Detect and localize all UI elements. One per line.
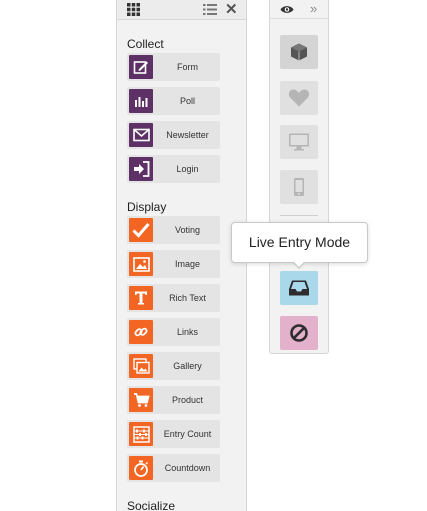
sign-in-icon xyxy=(129,157,153,181)
grid-icon[interactable] xyxy=(127,3,140,16)
toolbar-button-heart[interactable] xyxy=(280,81,318,115)
palette-item-voting[interactable]: Voting xyxy=(127,216,220,244)
palette-item-links[interactable]: Links xyxy=(127,318,220,346)
palette-item-label: Entry Count xyxy=(163,429,212,439)
desktop-icon xyxy=(289,133,309,151)
edit-icon xyxy=(129,55,153,79)
palette-item-label: Countdown xyxy=(164,463,211,473)
toolbar-button-mobile[interactable] xyxy=(280,170,318,204)
double-chevron-right-icon[interactable]: » xyxy=(310,1,317,16)
palette-item-label: Image xyxy=(174,259,200,269)
palette-item-label: Voting xyxy=(174,225,201,235)
palette-item-label: Product xyxy=(171,395,204,405)
inbox-icon xyxy=(289,280,309,296)
element-palette: ✕ Collect Form Poll Newsletter Login Dis… xyxy=(116,0,247,511)
palette-item-login[interactable]: Login xyxy=(127,155,220,183)
envelope-icon xyxy=(129,123,153,147)
tooltip-arrow-inner xyxy=(293,261,305,267)
palette-item-gallery[interactable]: Gallery xyxy=(127,352,220,380)
palette-item-label: Newsletter xyxy=(166,130,209,140)
toolbar-separator xyxy=(280,215,318,216)
palette-item-label: Rich Text xyxy=(169,293,206,303)
palette-item-label: Poll xyxy=(179,96,195,106)
section-title-display: Display xyxy=(127,200,167,214)
toolbar-header: » xyxy=(270,0,328,19)
palette-item-product[interactable]: Product xyxy=(127,386,220,414)
palette-item-poll[interactable]: Poll xyxy=(127,87,220,115)
mobile-icon xyxy=(294,178,304,196)
checkmark-icon xyxy=(129,218,153,242)
section-title-socialize: Socialize xyxy=(127,499,176,511)
palette-item-countdown[interactable]: Countdown xyxy=(127,454,220,482)
section-title-collect: Collect xyxy=(127,37,164,51)
stopwatch-icon xyxy=(129,456,153,480)
toolbar-button-live-entry[interactable] xyxy=(280,271,318,305)
palette-item-entry-count[interactable]: Entry Count xyxy=(127,420,220,448)
palette-item-label: Form xyxy=(177,62,198,72)
palette-item-label: Links xyxy=(176,327,198,337)
abacus-icon xyxy=(129,422,153,446)
eye-icon[interactable] xyxy=(280,4,294,15)
heart-icon xyxy=(288,89,310,107)
cube-icon xyxy=(291,43,307,61)
palette-item-image[interactable]: Image xyxy=(127,250,220,278)
text-t-icon xyxy=(129,286,153,310)
palette-header: ✕ xyxy=(117,0,246,20)
palette-item-label: Gallery xyxy=(173,361,202,371)
tooltip: Live Entry Mode xyxy=(231,222,368,263)
ban-icon xyxy=(290,324,308,342)
view-toolbar: » xyxy=(269,0,329,354)
picture-icon xyxy=(129,252,153,276)
bar-chart-icon xyxy=(129,89,153,113)
palette-item-newsletter[interactable]: Newsletter xyxy=(127,121,220,149)
toolbar-button-disable[interactable] xyxy=(280,316,318,350)
cart-icon xyxy=(129,388,153,412)
toolbar-button-desktop[interactable] xyxy=(280,125,318,159)
gallery-icon xyxy=(129,354,153,378)
link-icon xyxy=(129,320,153,344)
palette-item-label: Login xyxy=(176,164,199,174)
list-icon[interactable] xyxy=(203,3,217,16)
toolbar-button-cube[interactable] xyxy=(280,35,318,69)
palette-item-form[interactable]: Form xyxy=(127,53,220,81)
palette-item-rich-text[interactable]: Rich Text xyxy=(127,284,220,312)
close-icon[interactable]: ✕ xyxy=(225,2,238,17)
